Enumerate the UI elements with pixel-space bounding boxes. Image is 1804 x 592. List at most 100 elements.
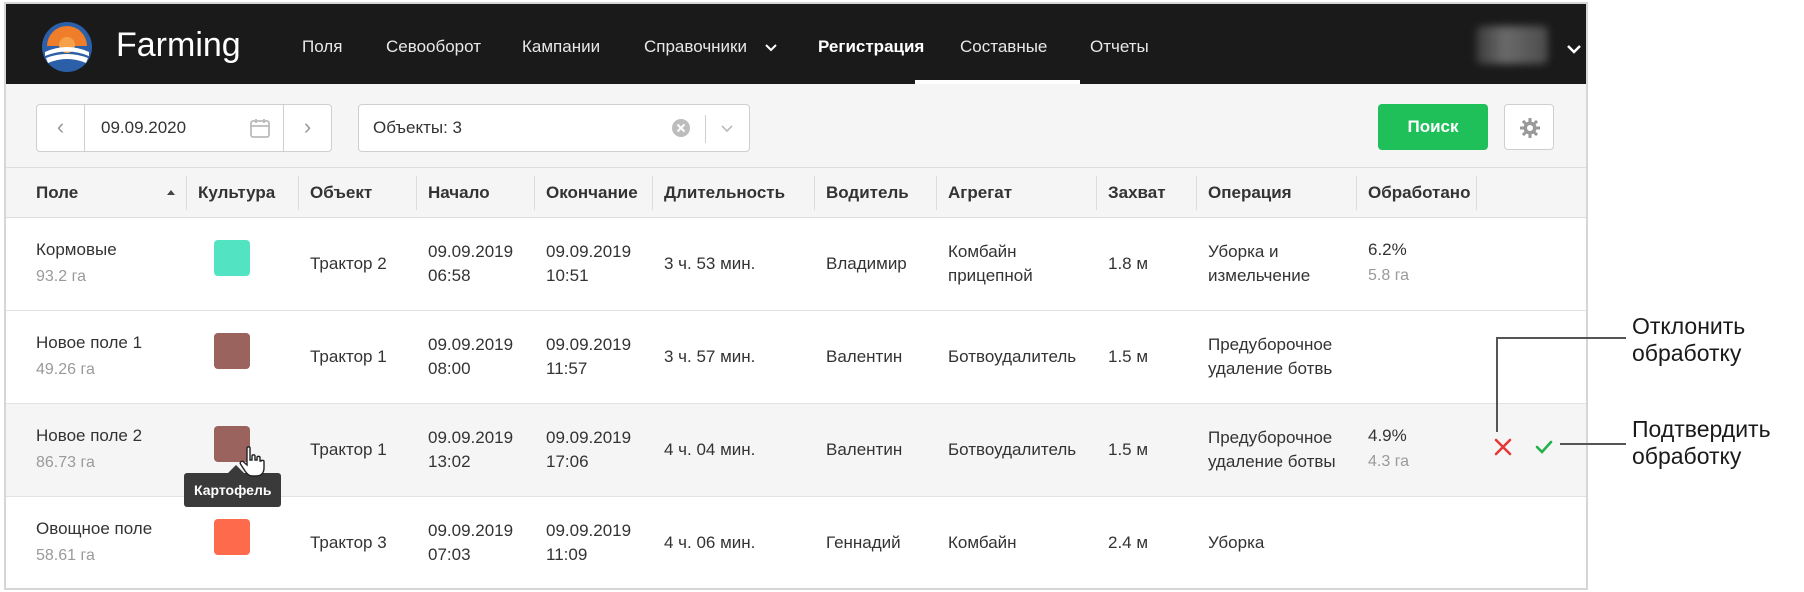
- column-header-width[interactable]: Захват: [1108, 168, 1166, 218]
- check-icon[interactable]: [1534, 438, 1554, 456]
- crop-color-swatch[interactable]: [214, 519, 250, 555]
- start-date: 09.09.2019: [428, 428, 514, 447]
- chevron-down-icon: [765, 43, 777, 51]
- driver: Геннадий: [826, 533, 901, 552]
- reject-callout-line-2: обработку: [1632, 340, 1742, 366]
- operation-line-2: удаление ботвы: [1208, 452, 1336, 471]
- column-header-unit[interactable]: Агрегат: [948, 168, 1012, 218]
- column-header-operation[interactable]: Операция: [1208, 168, 1292, 218]
- column-separator: [298, 176, 299, 210]
- calendar-icon[interactable]: [249, 117, 271, 139]
- chevron-down-icon[interactable]: [721, 125, 733, 133]
- driver: Владимир: [826, 254, 907, 273]
- start-date: 09.09.2019: [428, 242, 514, 261]
- nav-item-crop-rotation[interactable]: Севооборот: [386, 4, 481, 84]
- objects-select-value: Объекты: 3: [373, 118, 463, 137]
- table-row[interactable]: Кормовые 93.2 га Трактор 2 09.09.2019 06…: [6, 218, 1586, 311]
- search-button[interactable]: Поиск: [1378, 104, 1488, 150]
- field-name: Овощное поле: [36, 519, 153, 538]
- duration: 3 ч. 53 мин.: [664, 254, 756, 273]
- sort-icon[interactable]: [166, 188, 176, 198]
- previous-date-button[interactable]: ‹: [37, 105, 85, 151]
- logo-icon[interactable]: [40, 20, 94, 74]
- processed-percent: 4.9%: [1368, 426, 1407, 445]
- next-date-button[interactable]: ›: [283, 105, 331, 151]
- nav-item-composite[interactable]: Составные: [960, 4, 1047, 84]
- working-width: 1.5 м: [1108, 347, 1149, 366]
- cursor-icon: [239, 446, 265, 477]
- column-separator: [814, 176, 815, 210]
- working-width: 1.5 м: [1108, 440, 1149, 459]
- operation: Предуборочное: [1208, 428, 1333, 447]
- end-date: 09.09.2019: [546, 521, 632, 540]
- end-date: 09.09.2019: [546, 428, 632, 447]
- crop-color-swatch[interactable]: [214, 240, 250, 276]
- end-time: 10:51: [546, 266, 589, 285]
- app-title: Farming: [116, 26, 241, 64]
- operation-line-2: удаление ботвь: [1208, 359, 1333, 378]
- start-time: 07:03: [428, 545, 471, 564]
- column-header-processed[interactable]: Обработано: [1368, 168, 1470, 218]
- end-time: 17:06: [546, 452, 589, 471]
- nav-item-campaigns[interactable]: Кампании: [522, 4, 600, 84]
- nav-item-references[interactable]: Справочники: [644, 4, 778, 84]
- duration: 4 ч. 04 мин.: [664, 440, 756, 459]
- gear-icon: [1520, 118, 1540, 138]
- operation: Предуборочное: [1208, 335, 1333, 354]
- end-time: 11:09: [546, 545, 588, 564]
- operation-line-2: измельчение: [1208, 266, 1311, 285]
- column-header-start[interactable]: Начало: [428, 168, 490, 218]
- start-time: 08:00: [428, 359, 471, 378]
- column-header-field[interactable]: Поле: [36, 168, 78, 218]
- top-navigation: Farming Поля Севооборот Кампании Справоч…: [6, 4, 1586, 84]
- start-time: 06:58: [428, 266, 471, 285]
- processed-percent: 6.2%: [1368, 240, 1407, 259]
- nav-item-fields[interactable]: Поля: [302, 4, 342, 84]
- nav-item-registration[interactable]: Регистрация: [818, 4, 924, 84]
- object-name: Трактор 1: [310, 440, 387, 459]
- end-date: 09.09.2019: [546, 242, 632, 261]
- crop-tooltip: Картофель: [184, 465, 282, 507]
- settings-button[interactable]: [1504, 104, 1554, 150]
- clear-icon[interactable]: [671, 118, 691, 138]
- objects-select[interactable]: Объекты: 3: [358, 104, 750, 152]
- select-divider: [705, 115, 706, 143]
- crop-color-swatch[interactable]: [214, 333, 250, 369]
- user-menu-avatar[interactable]: [1476, 26, 1548, 64]
- field-name: Кормовые: [36, 240, 117, 259]
- unit: Комбайн: [948, 533, 1017, 552]
- date-input[interactable]: 09.09.2020: [101, 118, 186, 138]
- column-header-duration[interactable]: Длительность: [664, 168, 785, 218]
- nav-item-reports[interactable]: Отчеты: [1090, 4, 1149, 84]
- reject-callout-line: [1496, 337, 1626, 339]
- reject-callout-line-1: Отклонить: [1632, 313, 1746, 339]
- start-date: 09.09.2019: [428, 521, 514, 540]
- column-separator: [534, 176, 535, 210]
- object-name: Трактор 2: [310, 254, 387, 273]
- column-header-driver[interactable]: Водитель: [826, 168, 909, 218]
- field-name: Новое поле 1: [36, 333, 143, 352]
- operation: Уборка: [1208, 533, 1265, 552]
- column-separator: [1476, 176, 1477, 210]
- end-time: 11:57: [546, 359, 588, 378]
- date-picker: ‹ 09.09.2020 ›: [36, 104, 332, 152]
- duration: 3 ч. 57 мин.: [664, 347, 756, 366]
- table-row[interactable]: Новое поле 1 49.26 га Трактор 1 09.09.20…: [6, 311, 1586, 404]
- column-header-crop[interactable]: Культура: [198, 168, 275, 218]
- app-window: Farming Поля Севооборот Кампании Справоч…: [4, 2, 1588, 590]
- working-width: 1.8 м: [1108, 254, 1149, 273]
- column-header-object[interactable]: Объект: [310, 168, 372, 218]
- column-header-end[interactable]: Окончание: [546, 168, 638, 218]
- unit: Ботвоудалитель: [948, 347, 1077, 366]
- field-area: 86.73 га: [36, 454, 95, 471]
- reject-callout-line: [1496, 337, 1498, 432]
- column-separator: [1196, 176, 1197, 210]
- confirm-callout-line-2: обработку: [1632, 443, 1742, 469]
- chevron-down-icon[interactable]: [1566, 44, 1582, 56]
- close-icon[interactable]: [1492, 436, 1514, 458]
- processed-area: 5.8 га: [1368, 267, 1410, 284]
- table-row[interactable]: Овощное поле 58.61 га Трактор 3 09.09.20…: [6, 497, 1586, 588]
- column-separator: [936, 176, 937, 210]
- object-name: Трактор 1: [310, 347, 387, 366]
- driver: Валентин: [826, 440, 903, 459]
